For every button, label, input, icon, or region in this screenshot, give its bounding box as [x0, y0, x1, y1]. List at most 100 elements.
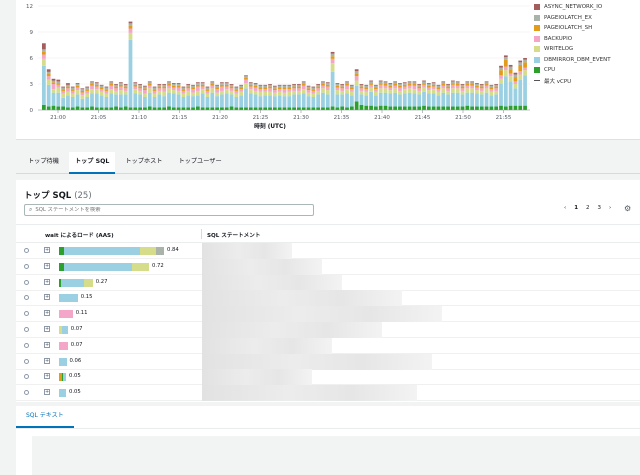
redacted-sql-statement[interactable]: [202, 322, 382, 338]
bar-segment-pageiolatch_ex: [451, 81, 455, 84]
bar-segment-writelog: [518, 74, 523, 80]
legend-item[interactable]: WRITELOG: [534, 44, 611, 55]
expand-icon[interactable]: +: [44, 247, 50, 253]
expand-icon[interactable]: +: [44, 341, 50, 348]
table-row[interactable]: +0.07: [16, 337, 640, 354]
column-header-statement[interactable]: SQL ステートメント: [207, 231, 260, 239]
legend-item[interactable]: ASYNC_NETWORK_IO: [534, 2, 611, 13]
expand-icon[interactable]: +: [44, 278, 50, 285]
table-row[interactable]: +0.05: [16, 385, 640, 402]
row-radio[interactable]: [24, 374, 29, 380]
bar-segment-cpu: [61, 106, 66, 110]
bar-segment-async_network_io: [272, 85, 277, 87]
bar-segment-dbmirror_dbm_event: [436, 95, 441, 107]
table-row[interactable]: +0.84: [16, 243, 640, 259]
column-header-load[interactable]: wait によるロード (AAS): [45, 231, 114, 239]
table-row[interactable]: +0.06: [16, 353, 640, 370]
bar-segment-writelog: [46, 79, 51, 85]
redacted-sql-statement[interactable]: [202, 243, 292, 259]
load-bar: [59, 278, 93, 287]
redacted-sql-statement[interactable]: [202, 274, 342, 291]
bar-segment-pageiolatch_sh: [143, 88, 147, 91]
page-button[interactable]: 3: [598, 205, 602, 211]
bar-segment-pageiolatch_ex: [157, 84, 162, 87]
y-tick-label: 0: [30, 108, 34, 114]
bar-segment-cpu: [94, 107, 99, 110]
bar-segment-cpu: [157, 107, 162, 110]
x-tick-label: 21:40: [374, 115, 390, 121]
table-row[interactable]: +0.05: [16, 369, 640, 386]
bar-segment-pageiolatch_sh: [359, 86, 364, 89]
legend-item[interactable]: 最大 vCPU: [534, 76, 611, 87]
bar-segment-async_network_io: [407, 81, 412, 83]
row-radio[interactable]: [24, 279, 29, 285]
bar-segment-writelog: [152, 93, 157, 97]
bar-segment-backupio: [51, 84, 56, 90]
bar-segment-cpu: [104, 107, 109, 110]
expand-icon[interactable]: +: [44, 310, 50, 317]
row-radio[interactable]: [24, 295, 29, 301]
page-button[interactable]: 2: [586, 205, 590, 211]
tab-2[interactable]: トップホスト: [119, 152, 168, 174]
row-radio[interactable]: [24, 358, 29, 364]
page-button[interactable]: 1: [574, 205, 578, 211]
redacted-sql-statement[interactable]: [202, 290, 402, 307]
legend-item[interactable]: PAGEIOLATCH_SH: [534, 23, 611, 34]
bar-segment-backupio: [147, 85, 152, 89]
bar-segment-dbmirror_dbm_event: [220, 94, 224, 108]
gear-icon[interactable]: ⚙: [624, 204, 631, 213]
redacted-sql-statement[interactable]: [202, 369, 312, 386]
tab-sql-text[interactable]: SQL テキスト: [16, 406, 74, 428]
redacted-sql-statement[interactable]: [202, 385, 417, 402]
bar-segment-cpu: [118, 107, 123, 110]
table-row[interactable]: +0.27: [16, 274, 640, 291]
table-row[interactable]: +0.15: [16, 290, 640, 307]
bar-segment-cpu: [359, 104, 364, 110]
table-row[interactable]: +0.11: [16, 306, 640, 323]
expand-icon[interactable]: +: [44, 357, 50, 364]
row-radio[interactable]: [24, 390, 29, 396]
bar-segment-writelog: [407, 88, 412, 93]
expand-icon[interactable]: +: [44, 326, 50, 332]
row-radio[interactable]: [24, 327, 29, 332]
bar-segment-backupio: [191, 89, 195, 93]
row-radio[interactable]: [24, 248, 29, 253]
bar-segment-backupio: [446, 88, 450, 91]
chevron-left-icon[interactable]: ‹: [564, 205, 566, 211]
chevron-right-icon[interactable]: ›: [609, 205, 611, 211]
expand-icon[interactable]: +: [44, 262, 50, 269]
tab-1[interactable]: トップ SQL: [68, 152, 116, 174]
bar-segment-writelog: [301, 89, 306, 94]
expand-icon[interactable]: +: [44, 373, 50, 380]
bar-segment-pageiolatch_sh: [195, 84, 200, 87]
expand-icon[interactable]: +: [44, 389, 50, 396]
legend-item[interactable]: PAGEIOLATCH_EX: [534, 13, 611, 24]
table-row[interactable]: +0.72: [16, 258, 640, 275]
legend-item[interactable]: CPU: [534, 65, 611, 76]
sql-search-input[interactable]: [35, 207, 296, 213]
row-radio[interactable]: [24, 342, 29, 348]
redacted-sql-statement[interactable]: [202, 258, 322, 275]
bar-segment-dbmirror_dbm_event: [138, 94, 142, 108]
row-radio[interactable]: [24, 311, 29, 317]
tab-3[interactable]: トップユーザー: [172, 152, 227, 174]
redacted-sql-statement[interactable]: [202, 306, 442, 323]
bar-segment-cpu: [369, 105, 373, 110]
redacted-sql-statement[interactable]: [202, 353, 432, 370]
expand-icon[interactable]: +: [44, 294, 50, 301]
tab-0[interactable]: トップ待機: [22, 152, 65, 174]
bar-segment-pageiolatch_sh: [104, 89, 109, 91]
bar-segment-pageiolatch_sh: [282, 87, 287, 90]
row-radio[interactable]: [24, 263, 29, 269]
redacted-sql-statement[interactable]: [202, 337, 332, 354]
legend-item[interactable]: DBMIRROR_DBM_EVENT: [534, 55, 611, 66]
load-value: 0.06: [69, 357, 82, 364]
table-row[interactable]: +0.07: [16, 322, 640, 338]
bar-segment-writelog: [499, 78, 503, 84]
bar-segment-writelog: [104, 93, 109, 97]
bar-segment-dbmirror_dbm_event: [465, 92, 470, 106]
divider: [16, 428, 640, 429]
legend-item[interactable]: BACKUPIO: [534, 34, 611, 45]
sql-search-box[interactable]: ⌕: [24, 204, 314, 216]
bar-segment-pageiolatch_ex: [61, 87, 66, 90]
